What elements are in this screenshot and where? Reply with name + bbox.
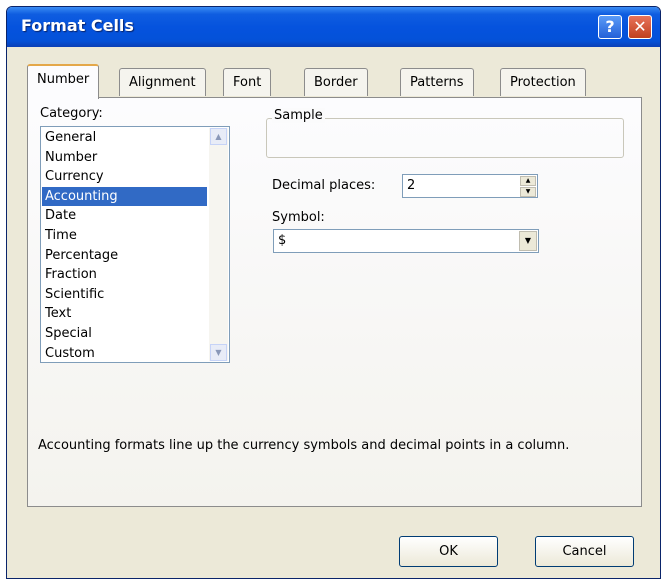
close-button[interactable]: ✕ <box>628 15 652 39</box>
symbol-label: Symbol: <box>272 210 325 225</box>
decimal-places-value: 2 <box>407 178 416 193</box>
decimal-places-label: Decimal places: <box>272 178 376 193</box>
category-item-text[interactable]: Text <box>42 304 207 324</box>
tab-protection[interactable]: Protection <box>500 68 586 96</box>
category-item-percentage[interactable]: Percentage <box>42 246 207 266</box>
tab-strip: Number Alignment Font Border Patterns Pr… <box>27 64 640 99</box>
chevron-down-icon[interactable]: ▼ <box>519 231 537 251</box>
scroll-down-icon[interactable]: ▼ <box>210 344 227 361</box>
tab-border[interactable]: Border <box>304 68 368 96</box>
category-item-date[interactable]: Date <box>42 206 207 226</box>
spinner-buttons: ▲ ▼ <box>520 176 536 197</box>
category-item-currency[interactable]: Currency <box>42 167 207 187</box>
category-item-custom[interactable]: Custom <box>42 344 207 364</box>
category-scrollbar[interactable]: ▲ ▼ <box>209 128 228 361</box>
category-item-general[interactable]: General <box>42 128 207 148</box>
category-label: Category: <box>40 106 103 121</box>
window-title: Format Cells <box>21 16 134 35</box>
sample-label: Sample <box>272 108 325 123</box>
category-item-accounting[interactable]: Accounting <box>42 186 207 207</box>
category-list: General Number Currency Accounting Date … <box>42 128 207 363</box>
spin-up-icon[interactable]: ▲ <box>520 176 536 186</box>
category-item-fraction[interactable]: Fraction <box>42 265 207 285</box>
category-item-time[interactable]: Time <box>42 226 207 246</box>
category-description: Accounting formats line up the currency … <box>38 438 570 453</box>
category-listbox[interactable]: General Number Currency Accounting Date … <box>40 126 230 363</box>
scroll-up-icon[interactable]: ▲ <box>210 128 227 145</box>
tab-patterns[interactable]: Patterns <box>400 68 474 96</box>
symbol-value: $ <box>278 233 287 248</box>
spin-down-icon[interactable]: ▼ <box>520 187 536 197</box>
help-button[interactable]: ? <box>598 15 622 39</box>
format-cells-dialog: Format Cells ? ✕ Number Alignment Font B… <box>6 6 661 579</box>
help-icon: ? <box>605 17 615 36</box>
tab-number[interactable]: Number <box>27 64 100 99</box>
title-bar[interactable]: Format Cells ? ✕ <box>7 7 660 47</box>
category-item-number[interactable]: Number <box>42 148 207 168</box>
ok-button[interactable]: OK <box>399 536 498 567</box>
close-icon: ✕ <box>633 17 647 36</box>
cancel-button[interactable]: Cancel <box>535 536 634 567</box>
category-item-scientific[interactable]: Scientific <box>42 285 207 305</box>
tab-alignment[interactable]: Alignment <box>119 68 206 96</box>
sample-group <box>266 118 624 158</box>
number-tab-panel: Category: General Number Currency Accoun… <box>27 97 642 507</box>
decimal-places-spinner[interactable]: 2 ▲ ▼ <box>402 174 538 198</box>
symbol-dropdown[interactable]: $ ▼ <box>273 229 539 253</box>
tab-font[interactable]: Font <box>223 68 272 96</box>
category-item-special[interactable]: Special <box>42 324 207 344</box>
